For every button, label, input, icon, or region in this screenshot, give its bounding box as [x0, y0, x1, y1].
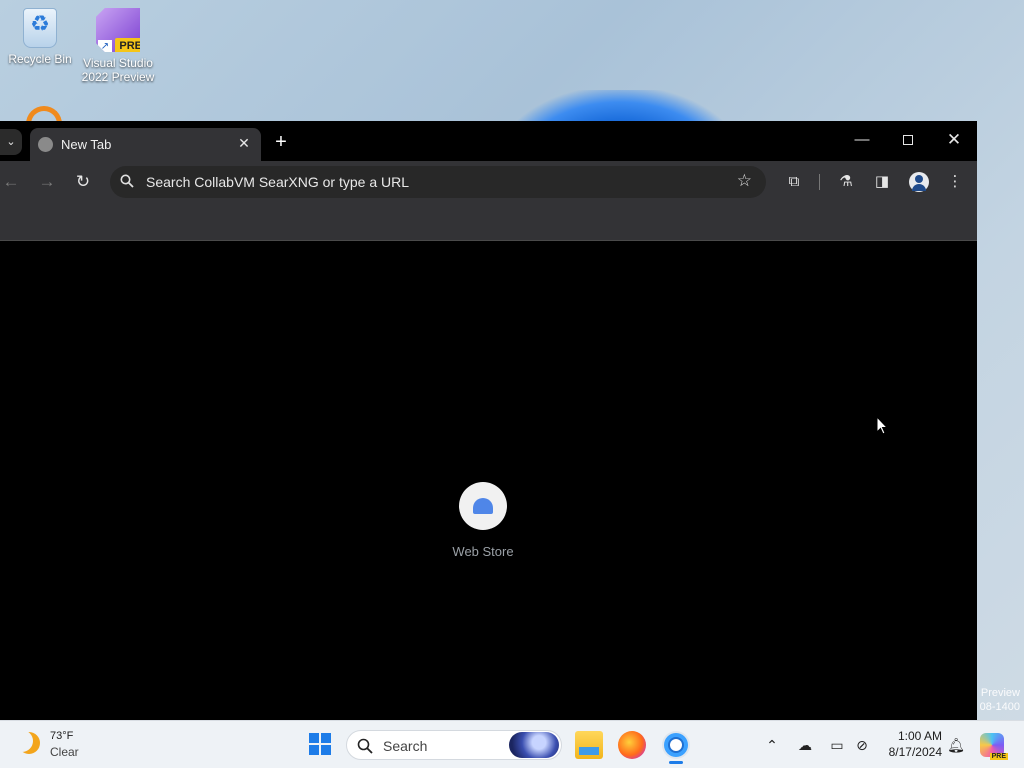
active-app-indicator	[669, 761, 683, 764]
reload-button[interactable]: ↻	[72, 171, 94, 193]
desktop-icon-label: Recycle Bin	[8, 52, 72, 66]
watermark-line1: Preview	[980, 687, 1020, 699]
chevron-up-icon[interactable]: ⌃	[762, 735, 782, 755]
clock-time: 1:00 AM	[897, 729, 942, 743]
web-store-icon	[459, 482, 507, 530]
labs-flask-icon[interactable]: ⚗	[836, 172, 856, 192]
search-highlight-icon	[509, 732, 559, 758]
desktop-icon-recycle-bin[interactable]: ♻ Recycle Bin	[2, 8, 78, 66]
maximize-button[interactable]	[890, 127, 926, 153]
extensions-icon[interactable]: ⧉	[784, 172, 804, 192]
firefox-icon[interactable]	[618, 731, 646, 759]
browser-window: ⌄ New Tab ✕ + — ✕ ← → ↻ Search CollabVM …	[0, 121, 977, 720]
search-icon	[120, 174, 134, 188]
tab-strip: ⌄ New Tab ✕ + — ✕	[0, 121, 977, 161]
notification-bell-icon[interactable]: 🔔︎	[946, 735, 966, 755]
display-icon[interactable]: ▭	[827, 735, 847, 755]
start-button[interactable]	[309, 733, 331, 755]
side-panel-icon[interactable]: ◨	[872, 172, 892, 192]
new-tab-button[interactable]: +	[270, 131, 292, 153]
new-tab-page: Web Store	[0, 242, 977, 720]
onedrive-offline-icon[interactable]: ☁	[795, 735, 815, 755]
profile-avatar-icon[interactable]	[909, 172, 929, 192]
close-tab-icon[interactable]: ✕	[235, 134, 253, 152]
desktop-icon-label: Visual Studio 2022 Preview	[81, 56, 155, 84]
tab-new-tab[interactable]: New Tab ✕	[30, 128, 261, 161]
tab-search-button[interactable]: ⌄	[0, 129, 22, 155]
desktop-icon-visual-studio[interactable]: ↗ PRE Visual Studio 2022 Preview	[80, 8, 156, 84]
file-explorer-icon[interactable]	[575, 731, 603, 759]
system-clock[interactable]: 1:00 AM 8/17/2024	[880, 728, 942, 760]
shortcut-arrow-icon: ↗	[98, 40, 112, 52]
desktop-watermark: Preview 08-1400	[980, 686, 1020, 714]
shortcut-label: Web Store	[452, 544, 514, 559]
taskbar-search-label: Search	[383, 738, 428, 754]
windows-logo-icon	[309, 733, 319, 743]
bookmarks-bar	[0, 203, 977, 241]
search-icon	[357, 738, 373, 754]
minimize-button[interactable]: —	[844, 127, 880, 153]
preview-badge: PRE	[115, 38, 140, 52]
moon-icon	[18, 732, 40, 754]
copilot-icon[interactable]: PRE	[980, 733, 1008, 760]
toolbar-divider	[819, 174, 820, 190]
globe-icon	[38, 137, 53, 152]
weather-condition: Clear	[50, 745, 79, 759]
taskbar: 73°F Clear Search ⌃ ☁ ▭ ⊘ 1:00 AM 8/17/2…	[0, 720, 1024, 768]
forward-button[interactable]: →	[36, 171, 58, 193]
maximize-icon	[903, 135, 913, 146]
chrome-icon[interactable]	[662, 731, 690, 759]
more-menu-icon[interactable]: ⋮	[945, 172, 965, 192]
back-button[interactable]: ←	[0, 171, 22, 193]
network-icon[interactable]: ⊘	[852, 735, 872, 755]
taskbar-search[interactable]: Search	[346, 730, 562, 760]
watermark-line2: 08-1400	[979, 701, 1020, 713]
shortcut-web-store[interactable]: Web Store	[443, 482, 523, 559]
clock-date: 8/17/2024	[888, 745, 942, 759]
visual-studio-icon: ↗ PRE	[96, 8, 140, 52]
recycle-bin-icon: ♻	[23, 8, 57, 48]
bookmark-star-icon[interactable]: ☆	[737, 171, 752, 191]
tab-title: New Tab	[61, 137, 112, 152]
address-bar[interactable]: Search CollabVM SearXNG or type a URL ☆	[110, 166, 766, 198]
weather-temp: 73°F	[50, 730, 74, 742]
close-window-button[interactable]: ✕	[936, 127, 972, 153]
copilot-badge: PRE	[989, 753, 1008, 760]
address-placeholder: Search CollabVM SearXNG or type a URL	[146, 174, 409, 190]
browser-toolbar: ← → ↻ Search CollabVM SearXNG or type a …	[0, 161, 977, 203]
